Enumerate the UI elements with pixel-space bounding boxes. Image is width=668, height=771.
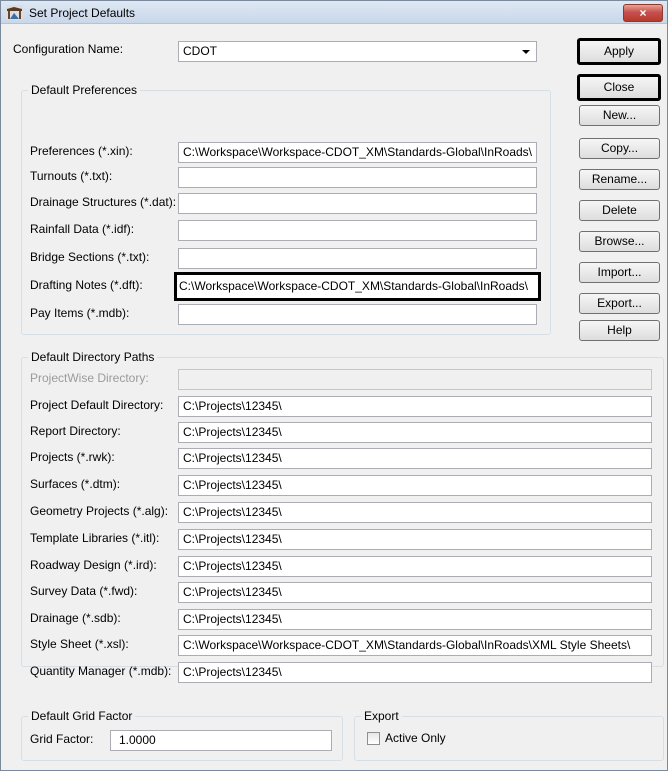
default-directory-paths-title: Default Directory Paths xyxy=(28,350,158,364)
survey-data-label: Survey Data (*.fwd): xyxy=(30,584,138,598)
delete-button[interactable]: Delete xyxy=(579,200,660,221)
chevron-down-icon xyxy=(522,50,530,54)
report-directory-field[interactable]: C:\Projects\12345\ xyxy=(178,422,652,443)
grid-factor-label: Grid Factor: xyxy=(30,732,94,746)
style-sheet-field[interactable]: C:\Workspace\Workspace-CDOT_XM\Standards… xyxy=(178,635,652,656)
survey-data-field[interactable]: C:\Projects\12345\ xyxy=(178,582,652,603)
quantity-manager-field[interactable]: C:\Projects\12345\ xyxy=(178,662,652,683)
drainage-sdb-field[interactable]: C:\Projects\12345\ xyxy=(178,609,652,630)
configuration-name-dropdown[interactable]: CDOT xyxy=(178,41,537,62)
drainage-structures-field[interactable] xyxy=(178,193,537,214)
default-preferences-title: Default Preferences xyxy=(28,83,141,97)
import-button[interactable]: Import... xyxy=(579,262,660,283)
configuration-name-value: CDOT xyxy=(183,44,217,58)
configuration-name-label: Configuration Name: xyxy=(13,42,124,56)
style-sheet-label: Style Sheet (*.xsl): xyxy=(30,637,129,651)
project-default-directory-field[interactable]: C:\Projects\12345\ xyxy=(178,396,652,417)
rename-button[interactable]: Rename... xyxy=(579,169,660,190)
surfaces-dtm-field[interactable]: C:\Projects\12345\ xyxy=(178,475,652,496)
projects-rwk-field[interactable]: C:\Projects\12345\ xyxy=(178,448,652,469)
default-grid-factor-title: Default Grid Factor xyxy=(28,709,136,723)
close-icon: × xyxy=(639,6,647,20)
turnouts-label: Turnouts (*.txt): xyxy=(30,169,113,183)
pay-items-field[interactable] xyxy=(178,304,537,325)
drafting-notes-field[interactable]: C:\Workspace\Workspace-CDOT_XM\Standards… xyxy=(174,272,541,301)
active-only-checkbox[interactable] xyxy=(367,732,380,745)
quantity-manager-label: Quantity Manager (*.mdb): xyxy=(30,664,172,678)
surfaces-dtm-label: Surfaces (*.dtm): xyxy=(30,477,121,491)
drainage-sdb-label: Drainage (*.sdb): xyxy=(30,611,121,625)
project-default-directory-label: Project Default Directory: xyxy=(30,398,164,412)
drafting-notes-label: Drafting Notes (*.dft): xyxy=(30,278,143,292)
copy-button[interactable]: Copy... xyxy=(579,138,660,159)
grid-factor-field[interactable]: 1.0000 xyxy=(110,730,332,751)
geometry-projects-label: Geometry Projects (*.alg): xyxy=(30,504,169,518)
drainage-structures-label: Drainage Structures (*.dat): xyxy=(30,195,177,209)
export-button[interactable]: Export... xyxy=(579,293,660,314)
roadway-design-field[interactable]: C:\Projects\12345\ xyxy=(178,556,652,577)
template-libraries-label: Template Libraries (*.itl): xyxy=(30,531,160,545)
export-title: Export xyxy=(361,709,402,723)
projectwise-directory-label: ProjectWise Directory: xyxy=(30,371,149,385)
projects-rwk-label: Projects (*.rwk): xyxy=(30,450,115,464)
title-bar: Set Project Defaults × xyxy=(1,1,667,24)
roadway-design-label: Roadway Design (*.ird): xyxy=(30,558,157,572)
template-libraries-field[interactable]: C:\Projects\12345\ xyxy=(178,529,652,550)
pay-items-label: Pay Items (*.mdb): xyxy=(30,306,130,320)
bridge-sections-field[interactable] xyxy=(178,248,537,269)
close-button[interactable]: Close xyxy=(577,74,661,101)
browse-button[interactable]: Browse... xyxy=(579,231,660,252)
new-button[interactable]: New... xyxy=(579,105,660,126)
apply-button[interactable]: Apply xyxy=(577,38,661,65)
rainfall-data-label: Rainfall Data (*.idf): xyxy=(30,222,135,236)
projectwise-directory-field xyxy=(178,369,652,390)
preferences-xin-field[interactable]: C:\Workspace\Workspace-CDOT_XM\Standards… xyxy=(178,142,537,163)
report-directory-label: Report Directory: xyxy=(30,424,121,438)
window-title: Set Project Defaults xyxy=(29,6,136,20)
preferences-xin-label: Preferences (*.xin): xyxy=(30,144,133,158)
close-window-button[interactable]: × xyxy=(623,4,663,22)
geometry-projects-field[interactable]: C:\Projects\12345\ xyxy=(178,502,652,523)
active-only-label: Active Only xyxy=(385,731,446,745)
inroads-app-icon xyxy=(6,5,23,20)
set-project-defaults-dialog: Set Project Defaults × Configuration Nam… xyxy=(0,0,668,771)
rainfall-data-field[interactable] xyxy=(178,220,537,241)
turnouts-field[interactable] xyxy=(178,167,537,188)
help-button[interactable]: Help xyxy=(579,320,660,341)
bridge-sections-label: Bridge Sections (*.txt): xyxy=(30,250,150,264)
